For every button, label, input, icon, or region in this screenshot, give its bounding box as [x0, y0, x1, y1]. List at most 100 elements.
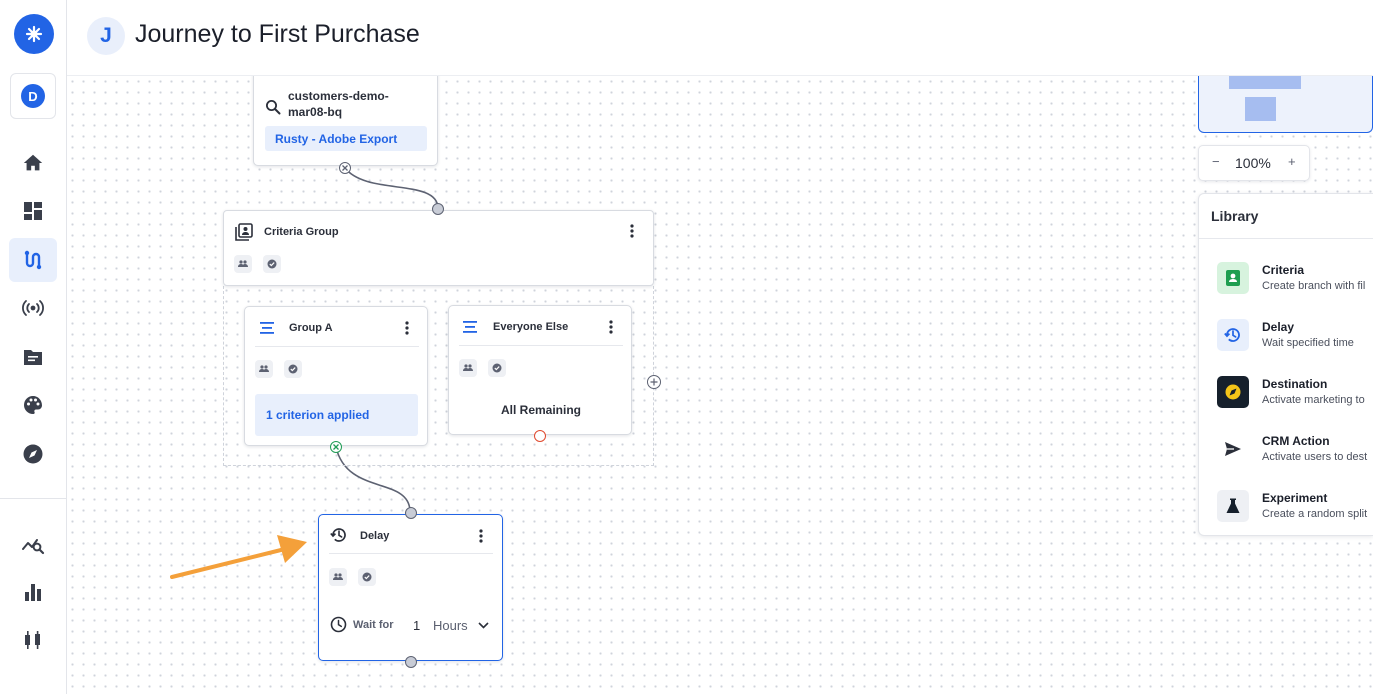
library-item-criteria[interactable]: Criteria Create branch with fil — [1217, 262, 1373, 302]
audience-chip[interactable] — [255, 360, 273, 378]
add-branch-button[interactable] — [647, 375, 661, 389]
everyone-else-node[interactable]: Everyone Else All Remaining — [448, 305, 632, 435]
audience-chip[interactable] — [329, 568, 347, 586]
nav-item-journeys[interactable] — [9, 238, 57, 282]
library-item-name: Criteria — [1262, 263, 1305, 277]
group-a-status: 1 criterion applied — [266, 408, 370, 422]
wait-for-label: Wait for — [353, 619, 394, 631]
library-panel: Library Criteria Create branch with fil … — [1198, 193, 1373, 536]
minimap[interactable] — [1198, 76, 1373, 133]
zoom-control: − 100% + — [1198, 145, 1310, 181]
clock-icon — [330, 616, 347, 633]
library-item-desc: Wait specified time — [1262, 337, 1354, 349]
nav-item-palette[interactable] — [9, 383, 57, 427]
everyone-else-status: All Remaining — [500, 403, 581, 417]
list-icon — [463, 321, 477, 333]
delay-menu-icon[interactable] — [473, 527, 489, 545]
wait-unit-select[interactable]: Hours — [433, 616, 493, 634]
audience-output-port[interactable] — [339, 162, 351, 174]
compass-icon — [23, 444, 43, 464]
check-circle-icon — [492, 363, 502, 373]
delay-separator — [329, 553, 493, 554]
everyone-else-separator — [459, 345, 623, 346]
group-a-criteria-box[interactable]: 1 criterion applied — [255, 394, 418, 436]
group-a-menu-icon[interactable] — [399, 319, 415, 337]
verified-chip[interactable] — [358, 568, 376, 586]
plus-icon — [650, 378, 658, 386]
delay-node[interactable]: Delay Wait for 1 Hours — [318, 514, 503, 661]
workspace-switcher[interactable]: D — [10, 73, 56, 119]
check-circle-icon — [362, 572, 372, 582]
criteria-group-node[interactable]: Criteria Group — [223, 210, 654, 286]
send-icon — [1217, 433, 1249, 465]
left-nav: D — [0, 0, 67, 694]
search-icon — [266, 100, 281, 115]
library-item-delay[interactable]: Delay Wait specified time — [1217, 319, 1373, 359]
library-item-desc: Activate users to dest — [1262, 451, 1368, 463]
journeys-icon — [24, 250, 42, 270]
audience-tag[interactable]: Rusty - Adobe Export — [265, 126, 427, 151]
library-item-desc: Create branch with fil — [1262, 280, 1366, 292]
delay-output-port[interactable] — [405, 656, 417, 668]
criteria-group-input-port[interactable] — [432, 203, 444, 215]
audience-chip[interactable] — [234, 255, 252, 273]
contacts-icon — [235, 223, 253, 241]
nav-item-folder[interactable] — [9, 335, 57, 379]
library-item-desc: Create a random split — [1262, 508, 1368, 520]
journey-canvas[interactable]: customers-demo- mar08-bq Rusty - Adobe E… — [67, 76, 1373, 694]
folder-icon — [24, 350, 42, 365]
delay-icon — [1217, 319, 1249, 351]
library-item-experiment[interactable]: Experiment Create a random split — [1217, 490, 1373, 530]
nav-item-broadcast[interactable] — [9, 286, 57, 330]
close-icon — [342, 165, 348, 171]
audience-chip[interactable] — [459, 359, 477, 377]
page-title[interactable]: Journey to First Purchase — [135, 20, 420, 49]
nav-item-analytics[interactable] — [9, 522, 57, 566]
group-a-output-port[interactable] — [330, 441, 342, 453]
wait-value-input[interactable]: 1 — [413, 618, 420, 633]
library-item-name: Delay — [1262, 320, 1295, 334]
list-icon — [260, 322, 274, 334]
palette-icon — [24, 396, 42, 414]
journey-badge: J — [87, 17, 125, 55]
everyone-else-output-port[interactable] — [534, 430, 546, 442]
people-icon — [238, 260, 248, 267]
people-icon — [463, 364, 473, 371]
delay-input-port[interactable] — [405, 507, 417, 519]
annotation-arrow-icon — [170, 535, 307, 579]
app-logo-icon[interactable] — [14, 14, 54, 54]
people-icon — [333, 573, 343, 580]
criteria-group-title: Criteria Group — [264, 226, 339, 238]
library-separator — [1199, 238, 1373, 239]
close-icon — [333, 444, 339, 450]
criteria-group-menu-icon[interactable] — [624, 222, 640, 240]
nav-item-dashboard[interactable] — [9, 189, 57, 233]
verified-chip[interactable] — [488, 359, 506, 377]
zoom-in-button[interactable]: + — [1288, 154, 1296, 169]
page-header: J Journey to First Purchase — [67, 0, 1373, 76]
library-item-desc: Activate marketing to — [1262, 394, 1365, 406]
audience-name-line-2: mar08-bq — [288, 105, 343, 119]
flask-icon — [1217, 490, 1249, 522]
delay-title: Delay — [360, 530, 390, 542]
dashboard-icon — [24, 202, 42, 220]
nav-item-candlestick[interactable] — [9, 618, 57, 662]
zoom-level: 100% — [1235, 155, 1271, 171]
group-a-title: Group A — [289, 322, 333, 334]
group-a-node[interactable]: Group A 1 criterion applied — [244, 306, 428, 446]
check-circle-icon — [267, 259, 277, 269]
nav-divider — [0, 498, 67, 499]
nav-item-compass[interactable] — [9, 432, 57, 476]
minimap-block — [1229, 76, 1301, 89]
library-item-crm-action[interactable]: CRM Action Activate users to dest — [1217, 433, 1373, 473]
zoom-out-button[interactable]: − — [1212, 154, 1220, 169]
nav-item-bar-chart[interactable] — [9, 570, 57, 614]
everyone-else-menu-icon[interactable] — [603, 318, 619, 336]
library-item-destination[interactable]: Destination Activate marketing to — [1217, 376, 1373, 416]
history-icon — [330, 528, 346, 542]
verified-chip[interactable] — [263, 255, 281, 273]
verified-chip[interactable] — [284, 360, 302, 378]
audience-node[interactable]: customers-demo- mar08-bq Rusty - Adobe E… — [253, 76, 438, 166]
check-circle-icon — [288, 364, 298, 374]
nav-item-home[interactable] — [9, 141, 57, 185]
